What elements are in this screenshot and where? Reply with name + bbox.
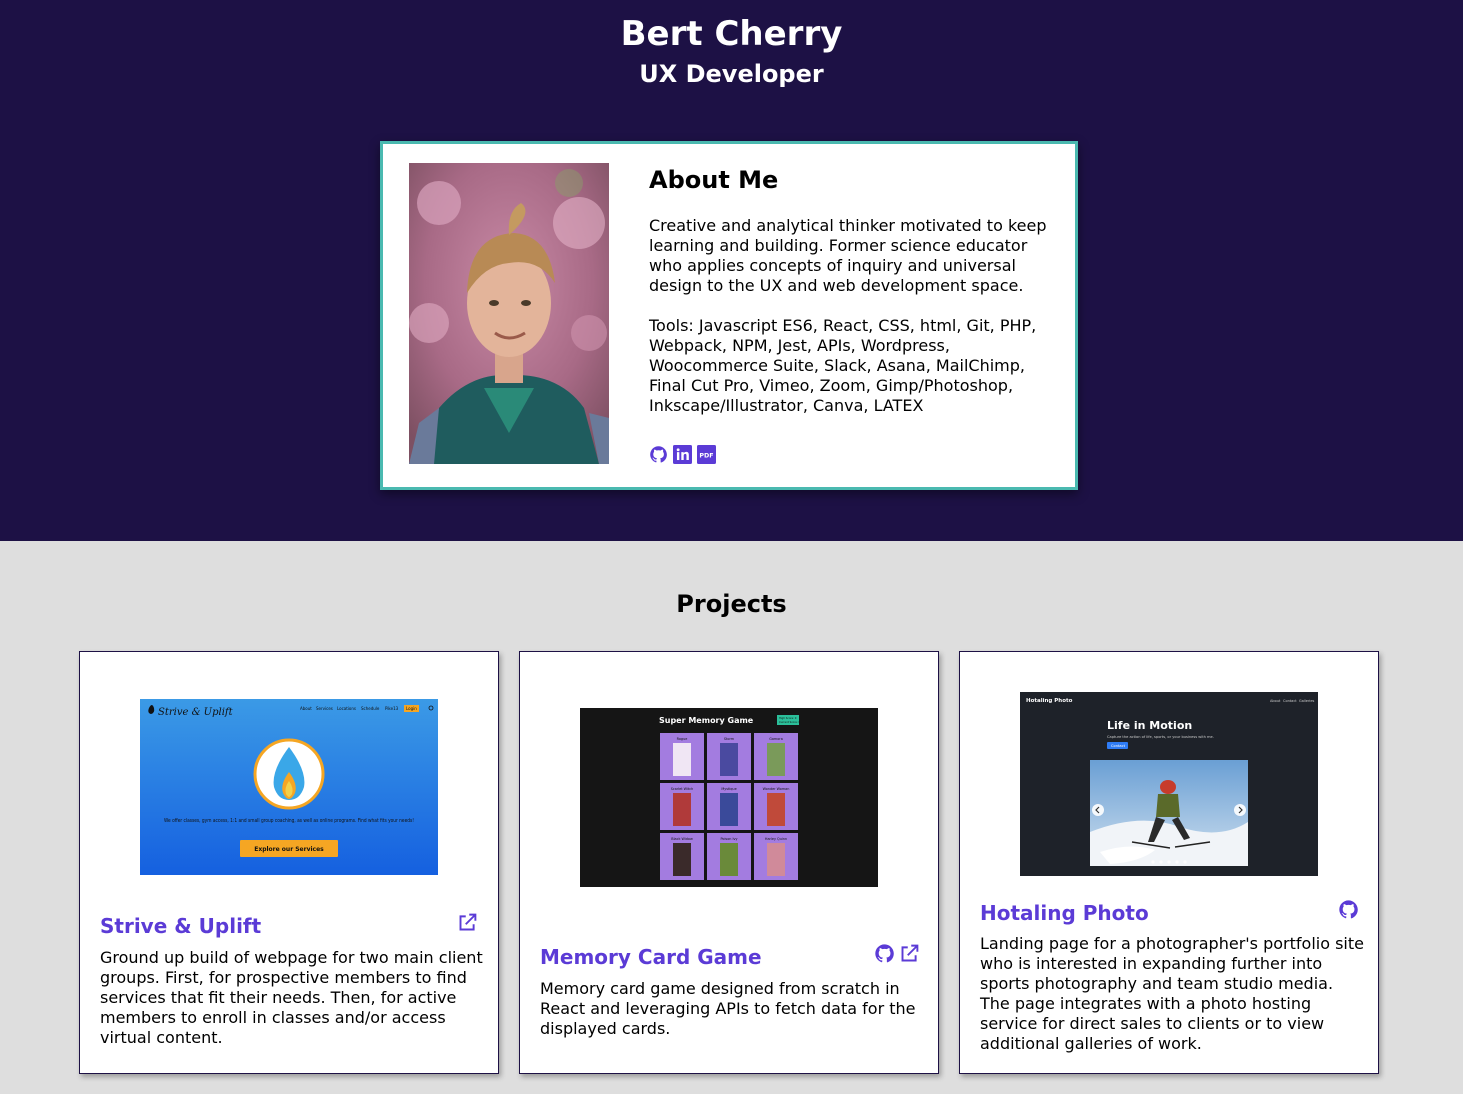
project-links (874, 943, 920, 964)
project-links (1338, 899, 1359, 920)
social-links: PDF (649, 445, 716, 464)
memory-card-label: Wonder Woman (763, 787, 790, 791)
project-links (457, 912, 478, 933)
strive-nav-5: Login (406, 706, 417, 711)
memory-card-image (673, 793, 691, 826)
svg-text:We offer classes, gym access,: We offer classes, gym access, 1:1 and sm… (164, 818, 414, 824)
memory-card-image (767, 743, 785, 776)
memory-card-label: Poison Ivy (720, 837, 737, 841)
memory-card-label: Storm (724, 737, 735, 741)
external-link-icon[interactable] (457, 912, 478, 933)
memory-high-score: High Score: 0 (779, 716, 797, 720)
memory-card-image (673, 743, 691, 776)
project-card-memory-game: Super Memory Game High Score: 0 Current … (519, 651, 939, 1074)
hero-header: Bert Cherry UX Developer About Me Creati… (0, 0, 1463, 541)
about-bio: Creative and analytical thinker motivate… (649, 216, 1047, 295)
memory-card-image (767, 793, 785, 826)
hotaling-nav-2: Galleries (1299, 699, 1315, 703)
memory-card-label: Rogue (677, 737, 688, 741)
memory-card-image (767, 843, 785, 876)
memory-card-label: Mystique (721, 787, 736, 791)
hotaling-nav-0: About (1270, 699, 1281, 703)
github-icon[interactable] (1338, 899, 1359, 920)
pdf-icon-label: PDF (699, 453, 713, 460)
memory-card-label: Scarlet Witch (671, 787, 694, 791)
portrait-photo (409, 163, 609, 464)
memory-card-label: Harley Quinn (765, 837, 787, 841)
memory-card-label: Gamora (769, 737, 783, 741)
memory-card-image (720, 843, 738, 876)
hotaling-headline: Life in Motion (1107, 719, 1192, 732)
about-heading: About Me (649, 166, 779, 194)
about-tools: Tools: Javascript ES6, React, CSS, html,… (649, 316, 1037, 415)
github-icon[interactable] (874, 943, 895, 964)
strive-tagline: We offer classes, gym access, 1:1 and sm… (164, 818, 414, 824)
page-subtitle: UX Developer (639, 60, 824, 88)
memory-card-label: Black Widow (671, 837, 693, 841)
hotaling-brand: Hotaling Photo (1026, 698, 1073, 704)
project-screenshot[interactable]: Hotaling Photo About Contact Galleries L… (1020, 692, 1318, 876)
memory-card-image (720, 743, 738, 776)
project-card-hotaling-photo: Hotaling Photo About Contact Galleries L… (959, 651, 1379, 1074)
project-description: Ground up build of webpage for two main … (100, 948, 483, 1047)
strive-nav-1: Services (316, 706, 333, 711)
strive-cta: Explore our Services (254, 846, 324, 853)
project-description: Landing page for a photographer's portfo… (980, 934, 1364, 1053)
memory-game-title: Super Memory Game (659, 716, 754, 725)
strive-logo-text: Strive & Uplift (158, 707, 234, 718)
project-screenshot[interactable]: Super Memory Game High Score: 0 Current … (580, 708, 878, 887)
project-description: Memory card game designed from scratch i… (540, 979, 916, 1038)
linkedin-icon[interactable] (673, 445, 692, 464)
page-title: Bert Cherry (620, 14, 843, 54)
strive-nav-4: Pike13 (385, 706, 399, 711)
strive-nav-2: Locations (337, 706, 356, 711)
pdf-icon[interactable]: PDF (697, 445, 716, 464)
project-title[interactable]: Memory Card Game (540, 945, 762, 969)
memory-card-image (673, 843, 691, 876)
strive-nav-0: About (300, 706, 312, 711)
memory-card-image (720, 793, 738, 826)
hotaling-button: Contact (1111, 744, 1126, 748)
hotaling-nav-1: Contact (1283, 699, 1297, 703)
external-link-icon[interactable] (899, 943, 920, 964)
project-title[interactable]: Strive & Uplift (100, 914, 261, 938)
projects-heading: Projects (676, 590, 787, 618)
memory-current-score: Current Score: 0 (779, 720, 801, 724)
project-screenshot[interactable]: Strive & Uplift About Services Locations… (140, 699, 438, 875)
hotaling-subline: Capture the action of life, sports, or y… (1107, 735, 1214, 739)
project-card-strive-uplift: Strive & Uplift About Services Locations… (79, 651, 499, 1074)
about-card: About Me Creative and analytical thinker… (380, 141, 1078, 490)
project-title[interactable]: Hotaling Photo (980, 901, 1149, 925)
strive-nav-3: Schedule (361, 706, 380, 711)
github-icon[interactable] (649, 445, 668, 464)
